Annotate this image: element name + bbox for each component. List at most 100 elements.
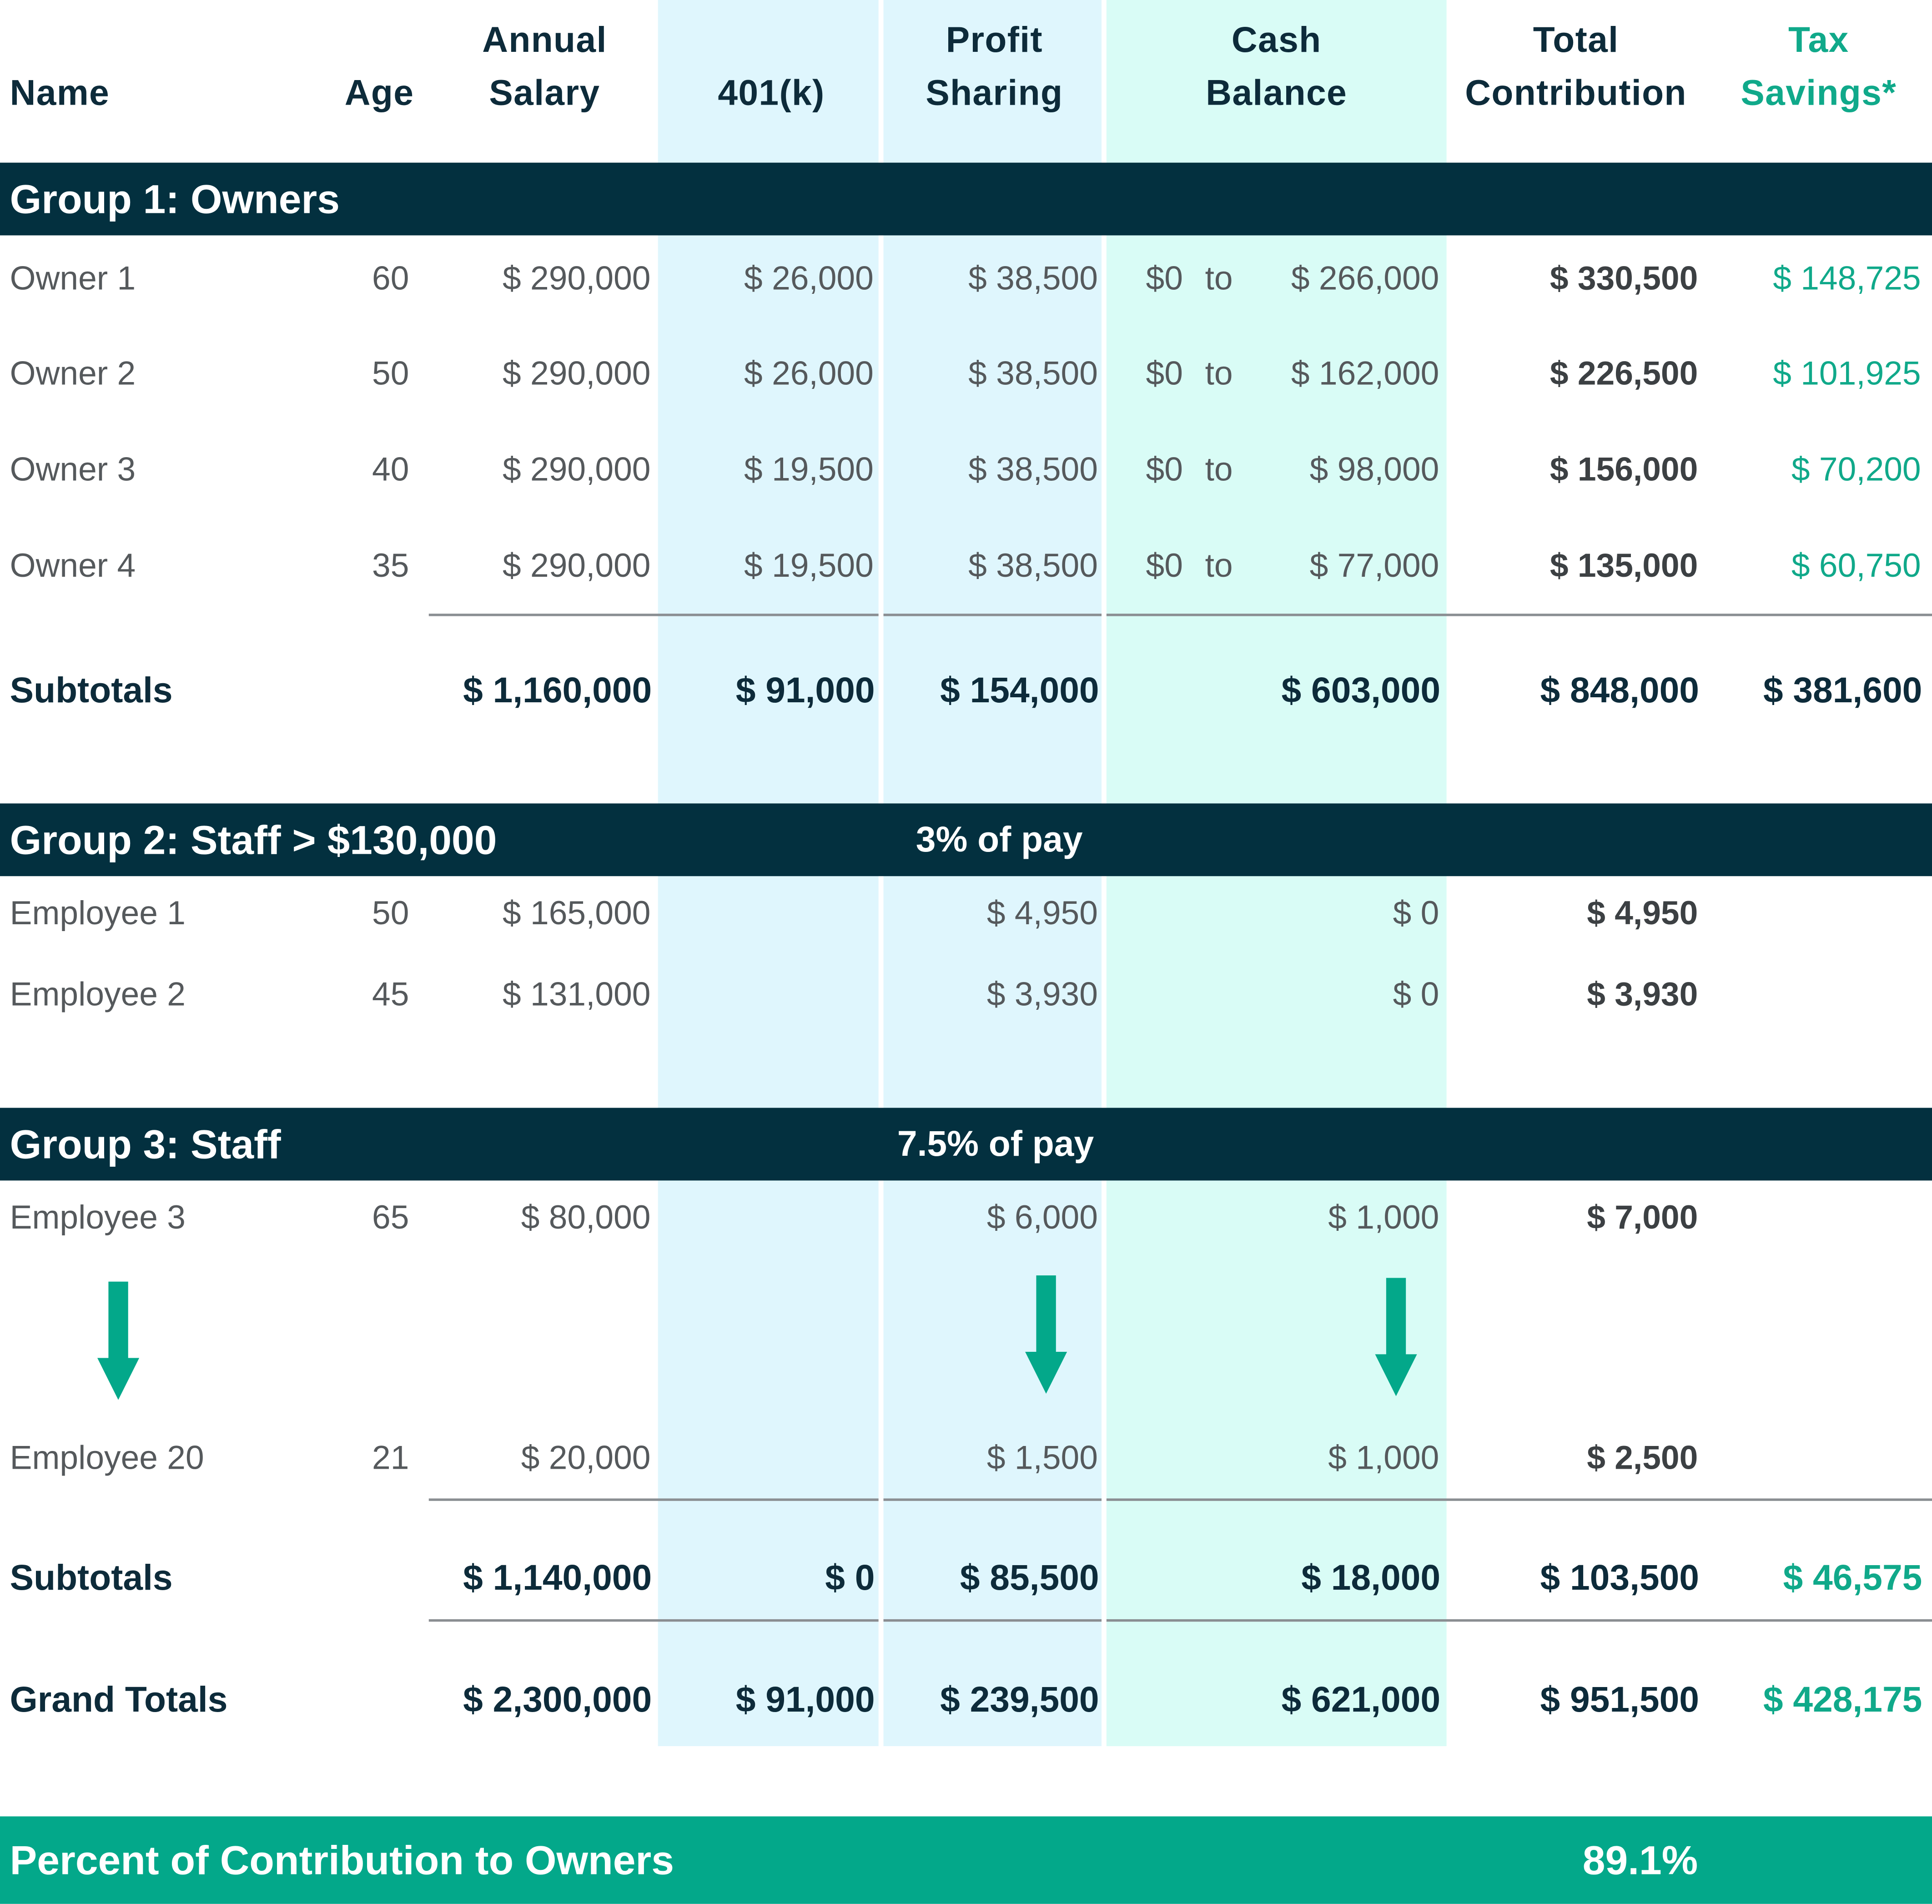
group1-header-band: Group 1: Owners — [0, 162, 1932, 236]
row-cash-balance-max: $ 266,000 — [1291, 260, 1439, 297]
row-profit-sharing: $ 38,500 — [968, 547, 1098, 584]
header-profit-sharing-line1: Profit — [946, 21, 1043, 60]
row-total: $ 7,000 — [1587, 1199, 1698, 1236]
row-age: 60 — [372, 260, 409, 297]
row-tax-savings: $ 101,925 — [1773, 355, 1921, 392]
row-age: 50 — [372, 355, 409, 392]
row-age: 21 — [372, 1439, 409, 1476]
row-age: 45 — [372, 976, 409, 1013]
row-tax-savings: $ 148,725 — [1773, 260, 1921, 297]
header-cash-balance-line2: Balance — [1206, 74, 1348, 114]
row-cash-balance-to: to — [1205, 547, 1233, 584]
row-age: 65 — [372, 1199, 409, 1236]
down-arrow-icon — [1025, 1275, 1067, 1394]
row-cash-balance-min: $0 — [1146, 547, 1183, 584]
divider-line — [883, 614, 1102, 616]
row-cash-balance-min: $0 — [1146, 260, 1183, 297]
row-total: $ 3,930 — [1587, 976, 1698, 1013]
divider-line — [428, 1498, 879, 1501]
subtotal-profit-sharing: $ 154,000 — [940, 671, 1099, 711]
row-name: Owner 4 — [10, 547, 136, 584]
header-age: Age — [344, 74, 414, 114]
grand-totals-401k: $ 91,000 — [735, 1681, 875, 1721]
grand-totals-tax-savings: $ 428,175 — [1763, 1681, 1922, 1721]
row-age: 40 — [372, 451, 409, 488]
grand-totals-profit-sharing: $ 239,500 — [940, 1681, 1099, 1721]
row-cash-balance-to: to — [1205, 355, 1233, 392]
divider-line — [1106, 1498, 1932, 1501]
row-age: 50 — [372, 894, 409, 932]
row-cash-balance: $ 0 — [1393, 976, 1439, 1013]
header-total-line1: Total — [1533, 21, 1619, 60]
row-profit-sharing: $ 38,500 — [968, 260, 1098, 297]
subtotal-cash-balance: $ 603,000 — [1281, 671, 1441, 711]
row-total: $ 156,000 — [1550, 451, 1698, 488]
row-name: Owner 1 — [10, 260, 136, 297]
header-cash-balance-line1: Cash — [1231, 21, 1322, 60]
subtotal-401k: $ 91,000 — [735, 671, 875, 711]
row-cash-balance-to: to — [1205, 451, 1233, 488]
header-401k: 401(k) — [718, 74, 825, 114]
subtotal-tax-savings: $ 46,575 — [1783, 1559, 1922, 1598]
divider-line — [883, 1498, 1102, 1501]
grand-totals-total: $ 951,500 — [1540, 1681, 1699, 1721]
row-cash-balance: $ 1,000 — [1328, 1199, 1439, 1236]
subtotal-total: $ 103,500 — [1540, 1559, 1699, 1598]
row-401k: $ 26,000 — [744, 355, 874, 392]
row-profit-sharing: $ 6,000 — [986, 1199, 1098, 1236]
row-name: Employee 1 — [10, 894, 186, 932]
row-total: $ 135,000 — [1550, 547, 1698, 584]
subtotal-cash-balance: $ 18,000 — [1301, 1559, 1441, 1598]
row-salary: $ 290,000 — [503, 451, 651, 488]
divider-line — [428, 614, 879, 616]
row-profit-sharing: $ 38,500 — [968, 355, 1098, 392]
row-tax-savings: $ 70,200 — [1791, 451, 1921, 488]
subtotal-tax-savings: $ 381,600 — [1763, 671, 1922, 711]
row-salary: $ 165,000 — [503, 894, 651, 932]
row-profit-sharing: $ 4,950 — [986, 894, 1098, 932]
group1-title: Group 1: Owners — [10, 176, 340, 222]
row-salary: $ 290,000 — [503, 260, 651, 297]
grand-totals-cash-balance: $ 621,000 — [1281, 1681, 1441, 1721]
group2-contribution-note: 3% of pay — [916, 821, 1083, 861]
down-arrow-icon — [1375, 1278, 1417, 1396]
row-profit-sharing: $ 38,500 — [968, 451, 1098, 488]
row-401k: $ 26,000 — [744, 260, 874, 297]
row-name: Owner 3 — [10, 451, 136, 488]
header-tax-line1: Tax — [1788, 21, 1849, 60]
owners-percent-label: Percent of Contribution to Owners — [10, 1837, 674, 1883]
subtotal-total: $ 848,000 — [1540, 671, 1699, 711]
header-total-line2: Contribution — [1465, 74, 1687, 114]
header-tax-line2: Savings* — [1741, 74, 1897, 114]
row-profit-sharing: $ 1,500 — [986, 1439, 1098, 1476]
header-salary-line2: Salary — [489, 74, 600, 114]
grand-totals-label: Grand Totals — [10, 1681, 228, 1721]
row-total: $ 226,500 — [1550, 355, 1698, 392]
divider-line — [428, 1619, 879, 1622]
subtotal-label: Subtotals — [10, 1559, 173, 1598]
owners-percent-value: 89.1% — [1582, 1837, 1698, 1883]
owners-percent-banner: Percent of Contribution to Owners 89.1% — [0, 1816, 1932, 1904]
subtotal-salary: $ 1,160,000 — [463, 671, 652, 711]
header-profit-sharing-line2: Sharing — [926, 74, 1063, 114]
grand-totals-salary: $ 2,300,000 — [463, 1681, 652, 1721]
divider-line — [883, 1619, 1102, 1622]
row-total: $ 2,500 — [1587, 1439, 1698, 1476]
group2-header-band: Group 2: Staff > $130,000 3% of pay — [0, 803, 1932, 876]
group3-title: Group 3: Staff — [10, 1121, 281, 1167]
row-name: Owner 2 — [10, 355, 136, 392]
row-cash-balance-max: $ 77,000 — [1309, 547, 1439, 584]
row-name: Employee 2 — [10, 976, 186, 1013]
down-arrow-icon — [97, 1281, 140, 1400]
divider-line — [1106, 614, 1932, 616]
group3-contribution-note: 7.5% of pay — [897, 1125, 1094, 1165]
row-cash-balance: $ 0 — [1393, 894, 1439, 932]
row-total: $ 4,950 — [1587, 894, 1698, 932]
row-salary: $ 80,000 — [521, 1199, 651, 1236]
row-age: 35 — [372, 547, 409, 584]
header-name: Name — [10, 74, 110, 114]
header-salary-line1: Annual — [482, 21, 607, 60]
subtotal-salary: $ 1,140,000 — [463, 1559, 652, 1598]
row-cash-balance-min: $0 — [1146, 451, 1183, 488]
row-tax-savings: $ 60,750 — [1791, 547, 1921, 584]
